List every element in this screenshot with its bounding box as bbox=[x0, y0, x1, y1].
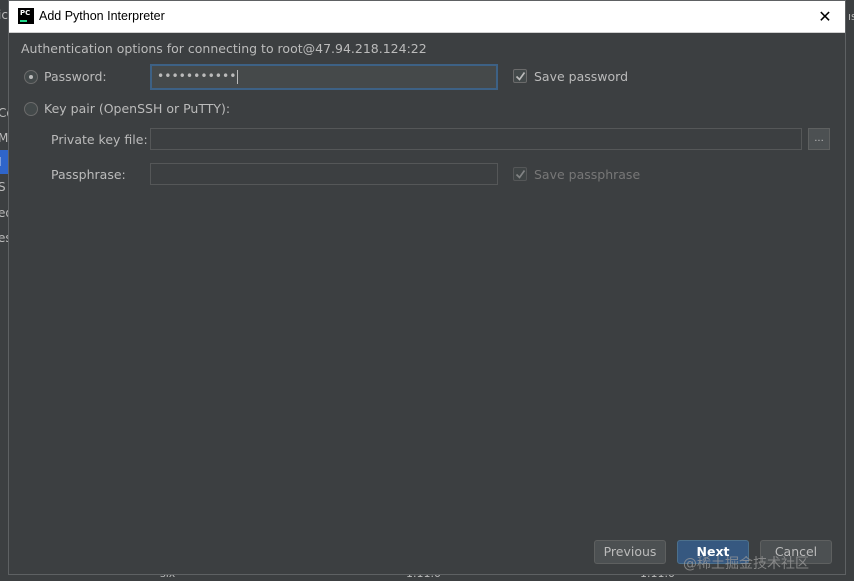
save-passphrase-label: Save passphrase bbox=[534, 167, 641, 182]
password-radio[interactable] bbox=[24, 70, 38, 84]
checkmark-icon bbox=[515, 170, 526, 179]
browse-button[interactable]: ... bbox=[808, 128, 830, 150]
password-input[interactable]: ••••••••••• bbox=[150, 64, 498, 90]
title-bar[interactable]: PC Add Python Interpreter ✕ bbox=[9, 1, 845, 33]
save-password-checkbox[interactable] bbox=[513, 69, 527, 83]
cancel-button[interactable]: Cancel bbox=[760, 540, 832, 564]
save-password-label: Save password bbox=[534, 69, 629, 84]
password-label: Password: bbox=[44, 69, 107, 84]
bg-fragment: ic bbox=[0, 8, 8, 22]
keypair-label: Key pair (OpenSSH or PuTTY): bbox=[44, 101, 231, 116]
save-passphrase-checkbox[interactable] bbox=[513, 167, 527, 181]
next-button[interactable]: Next bbox=[677, 540, 749, 564]
auth-options-heading: Authentication options for connecting to… bbox=[21, 41, 427, 56]
previous-button[interactable]: Previous bbox=[594, 540, 666, 564]
close-icon: ✕ bbox=[818, 7, 832, 26]
passphrase-label: Passphrase: bbox=[51, 167, 126, 182]
add-python-interpreter-dialog: PC Add Python Interpreter ✕ Authenticati… bbox=[8, 0, 846, 575]
window-title: Add Python Interpreter bbox=[39, 9, 165, 23]
checkmark-icon bbox=[515, 72, 526, 81]
bg-right-fragment: ıs bbox=[848, 10, 854, 23]
private-key-file-label: Private key file: bbox=[51, 132, 148, 147]
bg-fragment: I bbox=[0, 155, 2, 169]
close-button[interactable]: ✕ bbox=[805, 1, 845, 32]
passphrase-input[interactable] bbox=[150, 163, 498, 185]
private-key-file-input[interactable] bbox=[150, 128, 802, 150]
bg-fragment: S bbox=[0, 180, 6, 194]
pycharm-app-icon: PC bbox=[18, 8, 34, 24]
keypair-radio[interactable] bbox=[24, 102, 38, 116]
